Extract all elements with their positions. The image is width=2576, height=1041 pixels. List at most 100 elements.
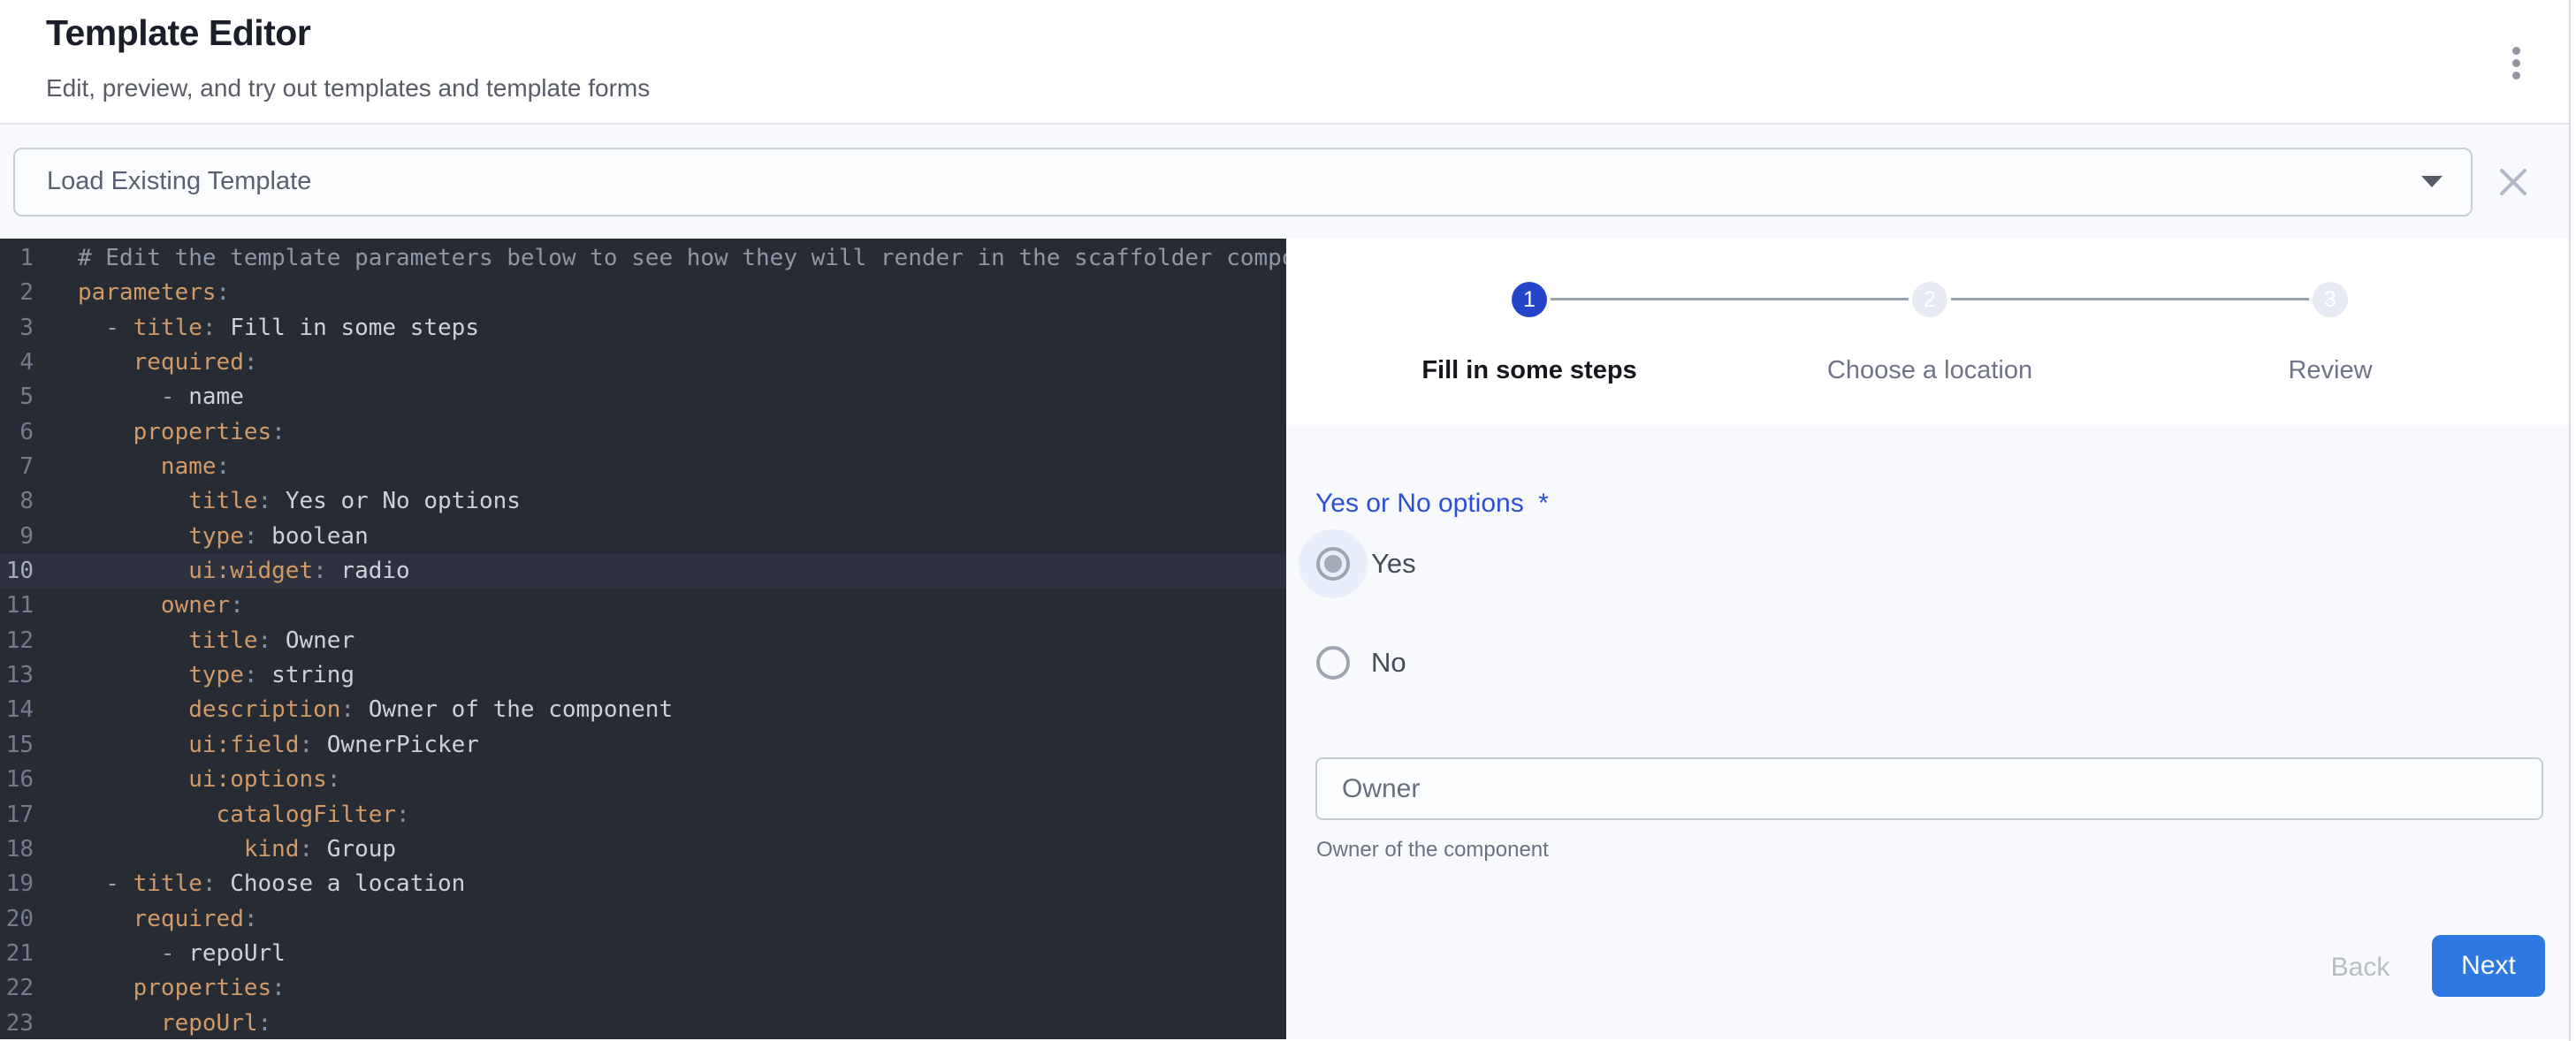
code-line[interactable]: 14 description: Owner of the component [0, 693, 1286, 727]
radio-option-yes[interactable]: Yes [1316, 547, 1416, 581]
code-token: string [258, 662, 355, 688]
code-content: - title: Fill in some steps [78, 311, 479, 346]
code-token: : [340, 696, 354, 723]
code-line[interactable]: 15 ui:field: OwnerPicker [0, 728, 1286, 763]
code-token: - [78, 940, 188, 967]
code-line[interactable]: 23 repoUrl: [0, 1007, 1286, 1039]
code-token: properties [133, 419, 272, 445]
code-content: owner: [78, 589, 244, 623]
code-token: : [271, 975, 286, 1001]
code-line[interactable]: 7 name: [0, 450, 1286, 484]
line-number: 7 [0, 450, 34, 484]
code-content: properties: [78, 971, 286, 1006]
code-line[interactable]: 2parameters: [0, 276, 1286, 310]
line-number: 8 [0, 484, 34, 519]
code-line[interactable]: 11 owner: [0, 589, 1286, 623]
code-content: kind: Group [78, 832, 396, 867]
code-content: ui:widget: radio [78, 554, 410, 589]
code-token: : [396, 802, 410, 828]
code-line[interactable]: 17 catalogFilter: [0, 798, 1286, 832]
code-token: : [217, 279, 231, 306]
code-content: name: [78, 450, 230, 484]
next-button[interactable]: Next [2432, 935, 2545, 997]
code-line[interactable]: 20 required: [0, 902, 1286, 937]
code-token: : [230, 592, 244, 619]
more-options-button[interactable] [2491, 34, 2541, 92]
radio-button-icon[interactable] [1316, 547, 1350, 581]
code-line[interactable]: 8 title: Yes or No options [0, 484, 1286, 519]
code-line[interactable]: 21 - repoUrl [0, 937, 1286, 971]
code-token: ui:widget [188, 558, 313, 584]
code-line[interactable]: 19 - title: Choose a location [0, 867, 1286, 901]
code-content: required: [78, 346, 258, 380]
line-number: 14 [0, 693, 34, 727]
code-token: properties [133, 975, 272, 1001]
code-token: Yes or No options [271, 488, 521, 514]
header: Template Editor Edit, preview, and try o… [0, 0, 2576, 125]
owner-input[interactable] [1315, 757, 2543, 820]
code-token [78, 975, 133, 1001]
code-line[interactable]: 22 properties: [0, 971, 1286, 1006]
code-token: title [133, 315, 202, 341]
code-content: - repoUrl [78, 937, 286, 971]
line-number: 6 [0, 415, 34, 450]
code-token: required [133, 349, 244, 376]
more-vert-icon [2512, 47, 2520, 55]
line-number: 16 [0, 763, 34, 797]
line-number: 23 [0, 1007, 34, 1039]
combobox-placeholder: Load Existing Template [47, 167, 2421, 196]
code-line[interactable]: 12 title: Owner [0, 624, 1286, 658]
code-line[interactable]: 18 kind: Group [0, 832, 1286, 867]
line-number: 3 [0, 311, 34, 346]
code-token: name [161, 453, 217, 480]
code-token: description [188, 696, 340, 723]
back-button[interactable]: Back [2312, 946, 2409, 989]
code-line[interactable]: 4 required: [0, 346, 1286, 380]
code-token [78, 523, 188, 550]
radio-button-icon[interactable] [1316, 646, 1350, 680]
code-line[interactable]: 13 type: string [0, 658, 1286, 693]
code-line[interactable]: 6 properties: [0, 415, 1286, 450]
code-token: : [258, 1010, 272, 1037]
main-split: 1# Edit the template parameters below to… [0, 239, 2576, 1039]
close-icon [2496, 165, 2530, 199]
code-line[interactable]: 16 ui:options: [0, 763, 1286, 797]
code-content: type: string [78, 658, 354, 693]
code-token: catalogFilter [217, 802, 397, 828]
code-token: : [327, 766, 341, 793]
code-line[interactable]: 1# Edit the template parameters below to… [0, 241, 1286, 276]
code-token: Owner of the component [354, 696, 673, 723]
line-number: 10 [0, 554, 34, 589]
radio-group-label-text: Yes or No options [1315, 489, 1524, 518]
code-line[interactable]: 3 - title: Fill in some steps [0, 311, 1286, 346]
line-number: 12 [0, 624, 34, 658]
code-line[interactable]: 9 type: boolean [0, 520, 1286, 554]
code-content: ui:field: OwnerPicker [78, 728, 479, 763]
code-token: : [271, 419, 286, 445]
radio-option-label[interactable]: No [1371, 647, 1406, 679]
page-subtitle: Edit, preview, and try out templates and… [46, 74, 650, 103]
code-token [78, 732, 188, 758]
code-content: catalogFilter: [78, 798, 410, 832]
code-content: ui:options: [78, 763, 340, 797]
load-template-combobox[interactable]: Load Existing Template [13, 148, 2473, 217]
clear-selection-button[interactable] [2494, 163, 2533, 201]
code-token: type [188, 662, 244, 688]
radio-option-no[interactable]: No [1316, 646, 1406, 680]
code-line[interactable]: 10 ui:widget: radio [0, 554, 1286, 589]
code-line[interactable]: 5 - name [0, 380, 1286, 414]
code-content: - title: Choose a location [78, 867, 465, 901]
code-token [78, 488, 188, 514]
code-token [78, 836, 244, 862]
code-content: title: Owner [78, 624, 354, 658]
step-circle-3: 3 [2313, 282, 2348, 317]
step-circle-2: 2 [1912, 282, 1947, 317]
code-content: - name [78, 380, 244, 414]
preview-panel: 1Fill in some steps2Choose a location3Re… [1286, 239, 2576, 1039]
line-number: 19 [0, 867, 34, 901]
preview-form: Yes or No options * YesNo Owner of the c… [1286, 425, 2576, 1039]
code-token: : [299, 836, 313, 862]
radio-option-label[interactable]: Yes [1371, 548, 1416, 580]
code-editor[interactable]: 1# Edit the template parameters below to… [0, 239, 1286, 1039]
code-token [78, 419, 133, 445]
